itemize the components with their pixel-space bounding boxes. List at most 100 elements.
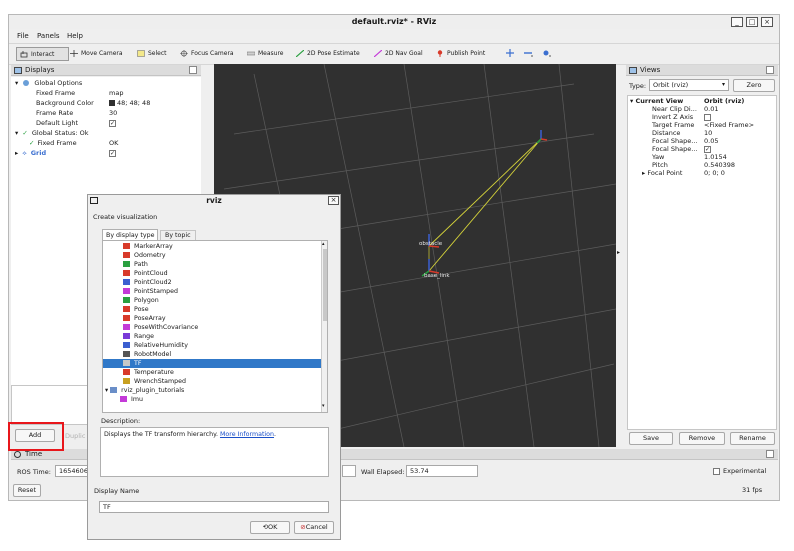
display-type-item[interactable]: ▾ rviz_plugin_tutorials: [103, 386, 323, 395]
scroll-thumb[interactable]: [323, 249, 327, 321]
tab-by-topic[interactable]: By topic: [160, 230, 196, 240]
duplicate-button-label[interactable]: Duplic: [65, 432, 85, 440]
display-type-item[interactable]: Polygon: [103, 296, 327, 305]
menu-panels[interactable]: Panels: [37, 32, 60, 40]
ok-button[interactable]: ⟲OK: [250, 521, 290, 534]
focus-camera-tool[interactable]: Focus Camera: [177, 47, 238, 61]
display-type-icon: [123, 297, 130, 303]
display-type-item[interactable]: Imu: [103, 395, 327, 404]
time-undock-button[interactable]: [766, 450, 774, 458]
list-scrollbar[interactable]: ▴ ▾: [321, 241, 327, 412]
more-information-link[interactable]: More Information: [220, 431, 274, 438]
tree-label: Background Color: [36, 99, 94, 107]
grid-icon: ⟡: [22, 149, 27, 157]
save-view-button[interactable]: Save: [629, 432, 673, 445]
tree-row-frame-rate[interactable]: Frame Rate: [36, 108, 73, 118]
nav-goal-icon: [374, 50, 382, 57]
minimize-button[interactable]: _: [731, 17, 743, 27]
tab-by-display-type[interactable]: By display type: [102, 229, 159, 240]
crosshair-icon[interactable]: [506, 49, 514, 57]
expand-arrow-icon[interactable]: ▾: [15, 129, 18, 137]
ros-time-field[interactable]: 1654606: [55, 465, 91, 477]
tree-label: Frame Rate: [36, 109, 74, 117]
wall-elapsed-field[interactable]: 53.74: [406, 465, 478, 477]
display-type-item[interactable]: PoseWithCovariance: [103, 323, 327, 332]
collapse-right-arrow-icon[interactable]: ▸: [617, 249, 620, 256]
rename-view-button[interactable]: Rename: [730, 432, 775, 445]
nav-goal-tool[interactable]: 2D Nav Goal: [371, 47, 427, 61]
measure-label: Measure: [258, 50, 284, 57]
menu-file[interactable]: File: [17, 32, 29, 40]
display-type-item[interactable]: WrenchStamped: [103, 377, 327, 386]
expand-arrow-icon[interactable]: ▸: [15, 149, 18, 157]
reset-button[interactable]: Reset: [13, 484, 41, 497]
display-type-item[interactable]: PointCloud: [103, 269, 327, 278]
window-title: default.rviz* - RViz: [351, 17, 437, 26]
zero-button[interactable]: Zero: [733, 79, 775, 92]
scroll-down-arrow-icon[interactable]: ▾: [322, 403, 325, 409]
display-type-item[interactable]: Pose: [103, 305, 327, 314]
fixed-frame-value[interactable]: map: [109, 88, 123, 98]
interact-tool[interactable]: Interact: [16, 47, 69, 61]
close-button[interactable]: ×: [761, 17, 773, 27]
display-type-item[interactable]: Path: [103, 260, 327, 269]
display-type-label: Odometry: [134, 252, 166, 259]
move-camera-tool[interactable]: Move Camera: [67, 47, 127, 61]
tree-row-background-color[interactable]: Background Color: [36, 98, 94, 108]
views-type-dropdown[interactable]: Orbit (rviz) ▾: [649, 79, 729, 91]
display-type-item[interactable]: RobotModel: [103, 350, 327, 359]
display-type-item[interactable]: PointCloud2: [103, 278, 327, 287]
views-row-value[interactable]: 0; 0; 0: [704, 168, 725, 178]
dialog-close-button[interactable]: ×: [328, 196, 339, 205]
scroll-up-arrow-icon[interactable]: ▴: [322, 241, 325, 247]
tree-row-grid[interactable]: ▸ ⟡ Grid: [15, 148, 46, 158]
display-type-item[interactable]: Range: [103, 332, 327, 341]
views-undock-button[interactable]: [766, 66, 774, 74]
display-type-item[interactable]: RelativeHumidity: [103, 341, 327, 350]
display-type-label: PoseArray: [134, 315, 166, 322]
pose-estimate-tool[interactable]: 2D Pose Estimate: [293, 47, 364, 61]
dialog-subtitle: Create visualization: [93, 213, 158, 221]
tree-label: Default Light: [36, 119, 79, 127]
camera-icon[interactable]: [542, 49, 552, 57]
experimental-checkbox[interactable]: [713, 468, 720, 475]
views-row-focal-point[interactable]: ▸ Focal Point: [642, 168, 682, 178]
tree-label: Focal Point: [647, 169, 683, 177]
maximize-button[interactable]: □: [746, 17, 758, 27]
fps-readout: 31 fps: [742, 486, 763, 494]
tree-row-default-light[interactable]: Default Light: [36, 118, 78, 128]
expand-arrow-icon[interactable]: ▾: [15, 79, 18, 87]
tree-row-fixed-frame[interactable]: Fixed Frame: [36, 88, 75, 98]
display-type-item[interactable]: Temperature: [103, 368, 327, 377]
display-type-item[interactable]: TF: [103, 359, 327, 368]
ros-elapsed-field-edge[interactable]: [342, 465, 356, 477]
display-type-item[interactable]: PointStamped: [103, 287, 327, 296]
display-name-input[interactable]: TF: [99, 501, 329, 513]
select-tool[interactable]: Select: [134, 47, 171, 61]
views-row-value[interactable]: 0.05: [704, 136, 718, 146]
display-type-label: PoseWithCovariance: [134, 324, 199, 331]
tree-label: Fixed Frame: [37, 139, 77, 147]
display-type-item[interactable]: PoseArray: [103, 314, 327, 323]
time-title: Time: [25, 450, 43, 458]
background-color-value[interactable]: 48; 48; 48: [109, 98, 150, 108]
default-light-checkbox[interactable]: ✓: [109, 120, 116, 127]
publish-point-tool[interactable]: Publish Point: [433, 47, 489, 61]
views-row-value[interactable]: 0.01: [704, 104, 718, 114]
minus-icon[interactable]: [524, 49, 534, 57]
display-type-item[interactable]: Odometry: [103, 251, 327, 260]
cancel-label: Cancel: [305, 523, 328, 531]
tree-row-global-status[interactable]: ▾ ✓ Global Status: Ok: [15, 128, 89, 138]
cancel-button[interactable]: ⊘Cancel: [294, 521, 334, 534]
displays-undock-button[interactable]: [189, 66, 197, 74]
remove-view-button[interactable]: Remove: [679, 432, 725, 445]
frame-rate-value[interactable]: 30: [109, 108, 117, 118]
tree-row-status-fixed-frame[interactable]: ✓ Fixed Frame: [29, 138, 77, 148]
create-visualization-dialog: rviz × Create visualization By display t…: [87, 194, 341, 540]
display-type-item[interactable]: MarkerArray: [103, 242, 327, 251]
measure-tool[interactable]: Measure: [244, 47, 288, 61]
menu-help[interactable]: Help: [67, 32, 83, 40]
wall-elapsed-label: Wall Elapsed:: [361, 468, 405, 476]
tree-row-global-options[interactable]: ▾ Global Options: [15, 78, 82, 88]
grid-checkbox[interactable]: ✓: [109, 150, 116, 157]
